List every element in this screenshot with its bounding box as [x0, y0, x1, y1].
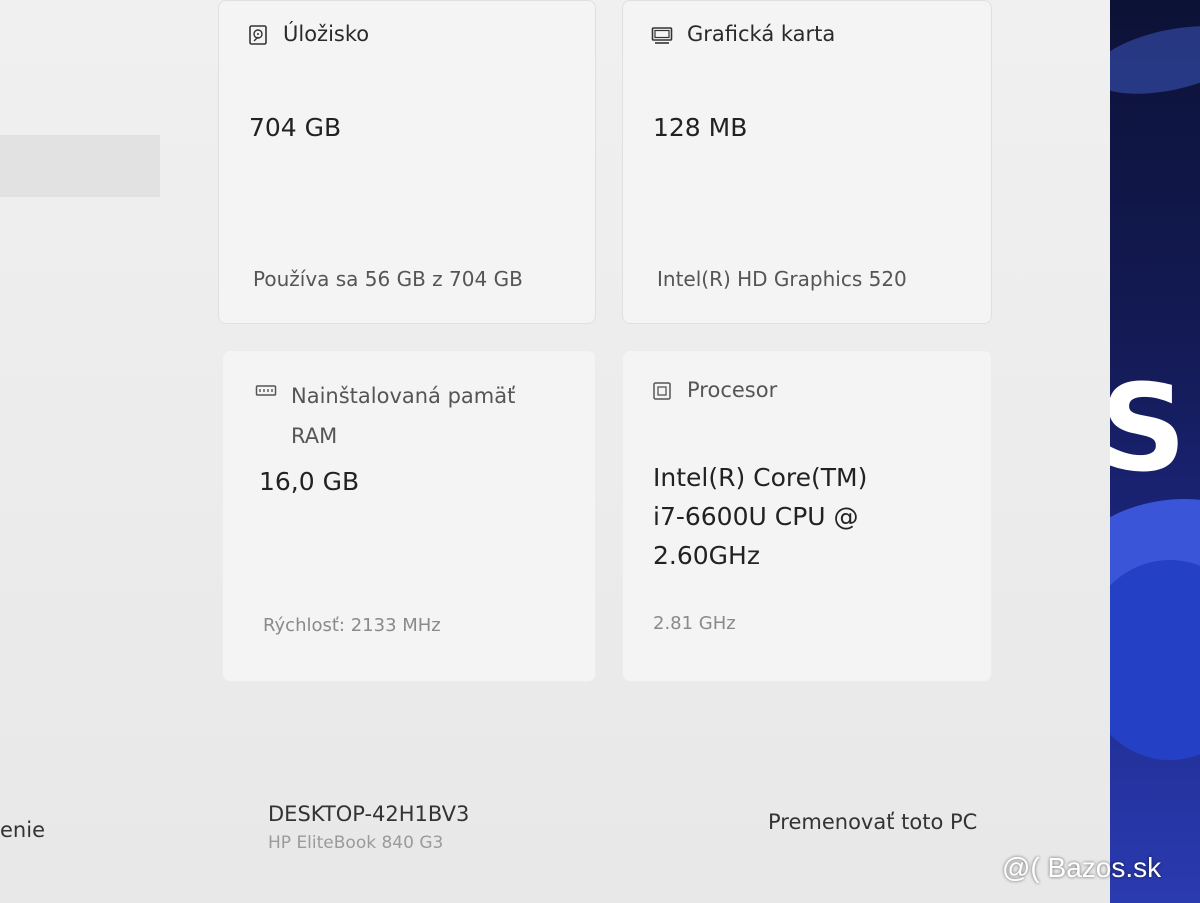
- cpu-name: Intel(R) Core(TM) i7-6600U CPU @ 2.60GHz: [653, 463, 868, 570]
- storage-value: 704 GB: [249, 113, 342, 142]
- cpu-card-header: Procesor: [651, 377, 777, 404]
- sidebar-item-label[interactable]: enie: [0, 818, 45, 842]
- bazos-watermark: @( Bazos.sk: [1002, 852, 1162, 883]
- memory-module-icon: [255, 385, 277, 396]
- ram-card: Nainštalovaná pamäť RAM 16,0 GB Rýchlosť…: [222, 350, 596, 682]
- storage-card-header: Úložisko: [247, 21, 369, 48]
- storage-title: Úložisko: [283, 22, 370, 46]
- rename-pc-button[interactable]: Premenovať toto PC: [768, 810, 977, 834]
- processor-chip-icon: [653, 382, 671, 400]
- ram-speed: Rýchlosť: 2133 MHz: [263, 615, 441, 636]
- desktop-wallpaper: S: [1110, 0, 1200, 903]
- hard-drive-icon: [249, 25, 267, 45]
- storage-usage: Používa sa 56 GB z 704 GB: [253, 267, 523, 291]
- wallpaper-glyph: S: [1110, 360, 1187, 499]
- ram-value: 16,0 GB: [259, 467, 360, 496]
- cpu-card: Procesor Intel(R) Core(TM) i7-6600U CPU …: [622, 350, 992, 682]
- settings-window: enie Úložisko 704 GB Používa sa 56 GB z …: [0, 0, 1110, 903]
- gpu-model: Intel(R) HD Graphics 520: [657, 267, 907, 291]
- gpu-card: Grafická karta 128 MB Intel(R) HD Graphi…: [622, 0, 992, 324]
- cpu-speed: 2.81 GHz: [653, 613, 736, 634]
- display-adapter-icon: [651, 27, 673, 44]
- device-model: HP EliteBook 840 G3: [268, 833, 444, 853]
- ram-title: Nainštalovaná pamäť RAM: [291, 384, 516, 448]
- device-name: DESKTOP-42H1BV3: [268, 802, 470, 826]
- gpu-memory-value: 128 MB: [653, 113, 748, 142]
- cpu-title: Procesor: [687, 378, 778, 402]
- ram-card-header: Nainštalovaná pamäť RAM: [255, 377, 515, 457]
- gpu-title: Grafická karta: [687, 22, 836, 46]
- sidebar-selected-item[interactable]: [0, 135, 160, 197]
- wallpaper-ribbon: [1110, 560, 1200, 760]
- storage-card: Úložisko 704 GB Používa sa 56 GB z 704 G…: [218, 0, 596, 324]
- gpu-card-header: Grafická karta: [651, 21, 835, 48]
- wallpaper-ribbon: [1110, 14, 1200, 106]
